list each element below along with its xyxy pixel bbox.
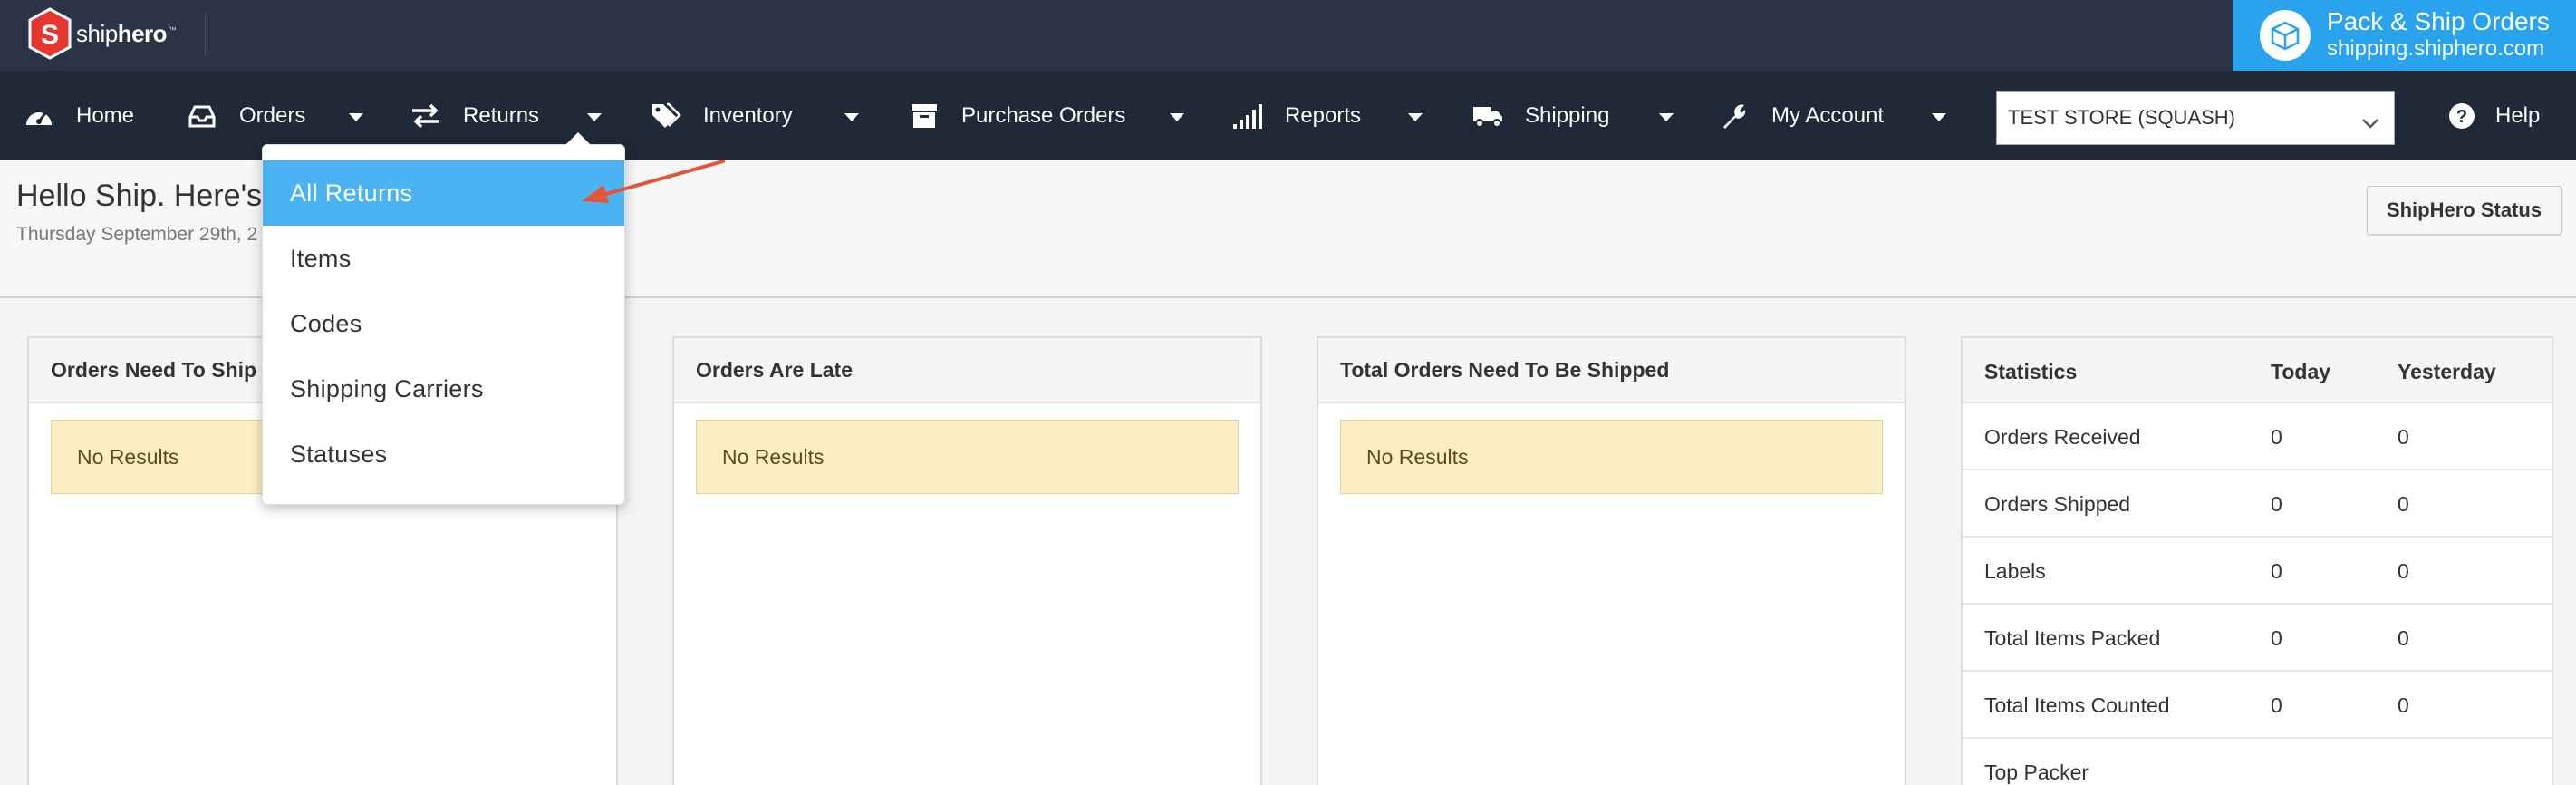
returns-dropdown-menu: All Returns Items Codes Shipping Carrier… [262, 132, 625, 505]
table-row: Total Items Packed 0 0 [1963, 605, 2552, 672]
row-yesterday: 0 [2398, 693, 2409, 717]
promo-subtitle: shipping.shiphero.com [2327, 36, 2545, 61]
nav-inventory-label: Inventory [703, 102, 793, 128]
no-results-alert: No Results [1340, 420, 1883, 494]
row-yesterday: 0 [2398, 559, 2409, 583]
divider [205, 13, 206, 56]
shiphero-logo[interactable]: S shiphero ™ [27, 7, 177, 60]
nav-reports[interactable]: Reports [1232, 71, 1361, 160]
row-today: 0 [2271, 492, 2282, 516]
row-yesterday: 0 [2398, 626, 2409, 650]
nav-purchase-orders[interactable]: Purchase Orders [909, 71, 1125, 160]
wrench-icon [1719, 101, 1750, 131]
top-bar: S shiphero ™ Pack & Ship Orders shipping.… [0, 0, 2576, 71]
column-header-statistics: Statistics [1984, 360, 2078, 383]
table-row: Labels 0 0 [1963, 538, 2552, 605]
returns-dropdown-caret[interactable] [587, 113, 602, 121]
table-row: Orders Shipped 0 0 [1963, 470, 2552, 538]
row-today: 0 [2271, 626, 2282, 650]
promo-title: Pack & Ship Orders [2327, 7, 2550, 35]
orders-dropdown-caret[interactable] [349, 113, 363, 121]
row-label: Labels [1984, 559, 2046, 583]
svg-text:?: ? [2456, 107, 2467, 127]
nav-shipping-label: Shipping [1525, 102, 1610, 128]
panel-title: Orders Are Late [674, 338, 1260, 403]
nav-returns-label: Returns [463, 102, 540, 128]
exchange-icon [410, 101, 441, 131]
annotation-arrow-icon [580, 158, 727, 209]
nav-home[interactable]: Home [24, 71, 134, 160]
nav-help[interactable]: ? Help [2446, 71, 2540, 160]
menu-item-shipping-carriers[interactable]: Shipping Carriers [263, 356, 624, 422]
menu-item-all-returns[interactable]: All Returns [263, 160, 624, 226]
nav-home-label: Home [76, 102, 135, 128]
nav-reports-label: Reports [1285, 102, 1362, 128]
nav-my-account[interactable]: My Account [1719, 71, 1884, 160]
pack-ship-orders-banner[interactable]: Pack & Ship Orders shipping.shiphero.com [2233, 0, 2576, 71]
table-row: Total Items Counted 0 0 [1963, 672, 2552, 739]
purchase-orders-dropdown-caret[interactable] [1170, 113, 1184, 121]
row-today: 0 [2271, 559, 2282, 583]
shiphero-logo-icon: S [27, 7, 72, 60]
truck-icon [1472, 101, 1503, 131]
nav-purchase-orders-label: Purchase Orders [961, 102, 1126, 128]
archive-icon [909, 101, 940, 131]
row-label: Total Items Packed [1984, 626, 2161, 650]
logo-text: shiphero ™ [76, 19, 177, 47]
help-icon: ? [2446, 101, 2477, 131]
shipping-dropdown-caret[interactable] [1659, 113, 1674, 121]
statistics-table: Statistics Today Yesterday Orders Receiv… [1961, 336, 2553, 785]
menu-item-codes[interactable]: Codes [263, 291, 624, 356]
row-label: Orders Shipped [1984, 492, 2131, 516]
menu-item-statuses[interactable]: Statuses [263, 422, 624, 487]
panel-total-orders-need-to-be-shipped: Total Orders Need To Be Shipped No Resul… [1317, 336, 1906, 785]
box-icon [2260, 10, 2311, 61]
chevron-down-icon [2361, 111, 2379, 135]
nav-inventory[interactable]: Inventory [651, 71, 793, 160]
row-label: Total Items Counted [1984, 693, 2170, 717]
nav-orders-label: Orders [239, 102, 306, 128]
column-header-yesterday: Yesterday [2398, 360, 2496, 383]
store-select[interactable]: TEST STORE (SQUASH) [1996, 91, 2395, 145]
inventory-dropdown-caret[interactable] [844, 113, 859, 121]
panel-title: Total Orders Need To Be Shipped [1318, 338, 1905, 403]
row-yesterday: 0 [2398, 425, 2409, 449]
row-label: Top Packer [1984, 761, 2089, 784]
nav-help-label: Help [2495, 102, 2541, 128]
menu-item-items[interactable]: Items [263, 226, 624, 291]
row-today: 0 [2271, 425, 2282, 449]
dashboard-icon [24, 101, 54, 131]
dropdown-notch [565, 132, 591, 145]
nav-shipping[interactable]: Shipping [1472, 71, 1609, 160]
table-row: Orders Received 0 0 [1963, 403, 2552, 470]
row-today: 0 [2271, 693, 2282, 717]
table-row: Top Packer [1963, 739, 2552, 785]
date-text: Thursday September 29th, 2 [16, 224, 258, 245]
no-results-alert: No Results [696, 420, 1239, 494]
nav-my-account-label: My Account [1771, 102, 1885, 128]
inbox-icon [187, 101, 217, 131]
column-header-today: Today [2271, 360, 2331, 383]
reports-dropdown-caret[interactable] [1408, 113, 1423, 121]
svg-text:S: S [41, 20, 59, 50]
shiphero-status-button[interactable]: ShipHero Status [2367, 186, 2562, 235]
my-account-dropdown-caret[interactable] [1932, 113, 1946, 121]
panel-orders-are-late: Orders Are Late No Results [672, 336, 1262, 785]
signal-icon [1232, 101, 1263, 131]
row-yesterday: 0 [2398, 492, 2409, 516]
table-header: Statistics Today Yesterday [1963, 338, 2552, 403]
store-select-value: TEST STORE (SQUASH) [2008, 106, 2236, 129]
row-label: Orders Received [1984, 425, 2141, 449]
tags-icon [651, 101, 681, 131]
